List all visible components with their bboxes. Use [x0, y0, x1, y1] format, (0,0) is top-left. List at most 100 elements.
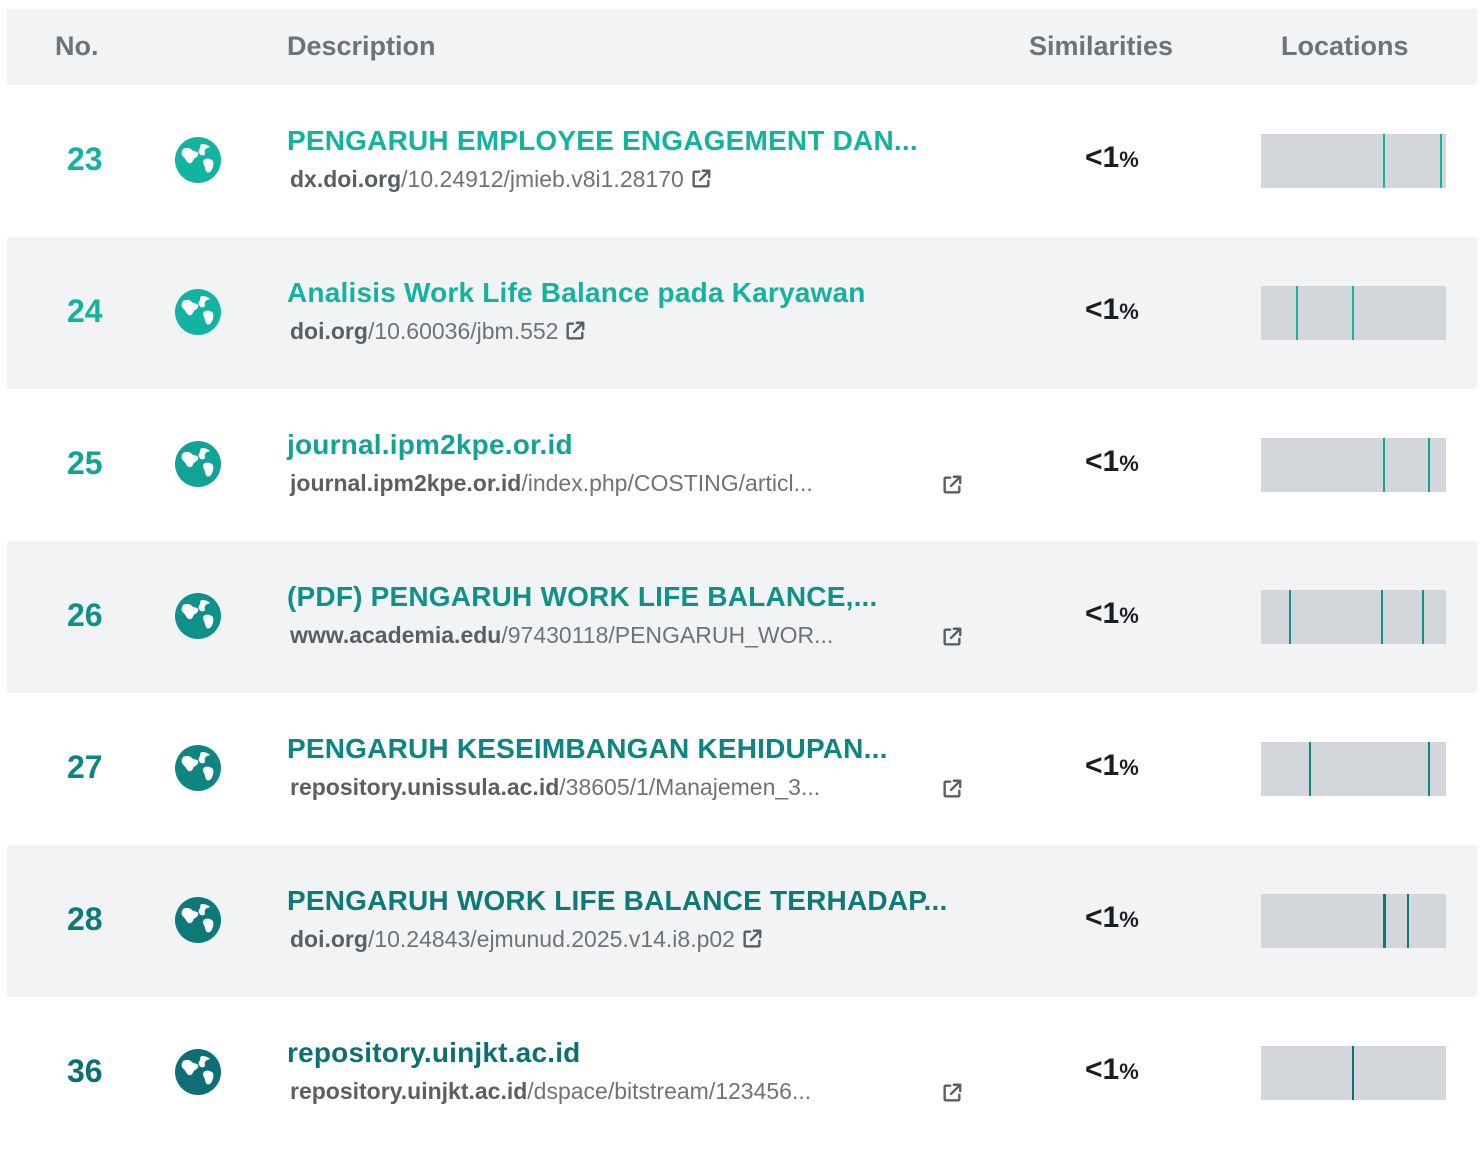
globe-icon: [175, 441, 221, 487]
source-url-domain: dx.doi.org: [290, 166, 402, 192]
percent-sign: %: [1119, 907, 1139, 932]
location-marker[interactable]: [1381, 590, 1383, 644]
header-locations: Locations: [1281, 31, 1409, 61]
location-bar[interactable]: [1261, 894, 1446, 948]
globe-icon: [175, 745, 221, 791]
similarity-number: <1: [1085, 901, 1120, 934]
location-bar[interactable]: [1261, 134, 1446, 188]
location-marker[interactable]: [1352, 1046, 1354, 1100]
source-url-path: /10.24843/ejmunud.2025.v14.i8.p02: [367, 926, 735, 952]
source-number: 26: [67, 597, 103, 633]
location-marker[interactable]: [1309, 742, 1311, 796]
percent-sign: %: [1119, 603, 1139, 628]
source-number: 23: [67, 141, 103, 177]
location-marker[interactable]: [1383, 894, 1386, 948]
percent-sign: %: [1119, 299, 1139, 324]
percent-sign: %: [1119, 451, 1139, 476]
location-bar[interactable]: [1261, 742, 1446, 796]
source-url[interactable]: www.academia.edu/97430118/PENGARUH_WOR..…: [290, 622, 833, 649]
source-url[interactable]: journal.ipm2kpe.or.id/index.php/COSTING/…: [290, 470, 813, 497]
similarity-value: <1%: [1085, 445, 1139, 479]
similarity-number: <1: [1085, 749, 1120, 782]
source-number: 24: [67, 293, 103, 329]
source-url[interactable]: doi.org/10.60036/jbm.552: [290, 318, 586, 345]
table-body: 23 PENGARUH EMPLOYEE ENGAGEMENT DAN... d…: [7, 85, 1477, 1149]
source-url[interactable]: repository.unissula.ac.id/38605/1/Manaje…: [290, 774, 820, 801]
external-link-icon[interactable]: [941, 778, 963, 800]
source-url-path: /10.24912/jmieb.v8i1.28170: [401, 166, 684, 192]
table-row[interactable]: 28 PENGARUH WORK LIFE BALANCE TERHADAP..…: [7, 845, 1477, 997]
source-title-link[interactable]: PENGARUH EMPLOYEE ENGAGEMENT DAN...: [287, 125, 918, 157]
similarity-value: <1%: [1085, 597, 1139, 631]
location-marker[interactable]: [1296, 286, 1298, 340]
similarity-number: <1: [1085, 1053, 1120, 1086]
table-row[interactable]: 26 (PDF) PENGARUH WORK LIFE BALANCE,... …: [7, 541, 1477, 693]
similarity-value: <1%: [1085, 141, 1139, 175]
percent-sign: %: [1119, 755, 1139, 780]
percent-sign: %: [1119, 1059, 1139, 1084]
location-marker[interactable]: [1407, 894, 1409, 948]
external-link-icon[interactable]: [941, 626, 963, 648]
similarity-value: <1%: [1085, 293, 1139, 327]
source-number: 25: [67, 445, 103, 481]
globe-icon: [175, 897, 221, 943]
globe-icon: [175, 1049, 221, 1095]
source-url-domain: www.academia.edu: [290, 622, 502, 648]
external-link-icon[interactable]: [741, 928, 763, 950]
table-row[interactable]: 24 Analisis Work Life Balance pada Karya…: [7, 237, 1477, 389]
external-link-icon[interactable]: [941, 474, 963, 496]
source-url-domain: doi.org: [290, 318, 368, 344]
table-header: No. Description Similarities Locations: [7, 9, 1477, 85]
location-bar[interactable]: [1261, 286, 1446, 340]
source-url-path: /38605/1/Manajemen_3...: [559, 774, 821, 800]
source-title-link[interactable]: Analisis Work Life Balance pada Karyawan: [287, 277, 866, 309]
source-title-link[interactable]: (PDF) PENGARUH WORK LIFE BALANCE,...: [287, 581, 878, 613]
source-url-domain: repository.unissula.ac.id: [290, 774, 560, 800]
header-similarities[interactable]: Similarities: [1029, 31, 1173, 62]
location-marker[interactable]: [1428, 742, 1430, 796]
header-no: No.: [55, 31, 99, 61]
location-marker[interactable]: [1440, 134, 1442, 188]
source-url[interactable]: dx.doi.org/10.24912/jmieb.v8i1.28170: [290, 166, 712, 193]
header-description: Description: [287, 31, 436, 61]
similarity-number: <1: [1085, 445, 1120, 478]
source-url-domain: journal.ipm2kpe.or.id: [290, 470, 522, 496]
similarity-number: <1: [1085, 293, 1120, 326]
location-marker[interactable]: [1289, 590, 1291, 644]
table-row[interactable]: 25 journal.ipm2kpe.or.id journal.ipm2kpe…: [7, 389, 1477, 541]
globe-icon: [175, 137, 221, 183]
sources-table: No. Description Similarities Locations 2…: [7, 9, 1477, 1149]
location-marker[interactable]: [1352, 286, 1354, 340]
external-link-icon[interactable]: [690, 168, 712, 190]
source-url[interactable]: repository.uinjkt.ac.id/dspace/bitstream…: [290, 1078, 811, 1105]
external-link-icon[interactable]: [564, 320, 586, 342]
external-link-icon[interactable]: [941, 1082, 963, 1104]
source-number: 36: [67, 1053, 103, 1089]
location-marker[interactable]: [1383, 134, 1385, 188]
table-row[interactable]: 23 PENGARUH EMPLOYEE ENGAGEMENT DAN... d…: [7, 85, 1477, 237]
location-bar[interactable]: [1261, 590, 1446, 644]
source-title-link[interactable]: PENGARUH KESEIMBANGAN KEHIDUPAN...: [287, 733, 888, 765]
location-marker[interactable]: [1383, 438, 1385, 492]
source-number: 28: [67, 901, 103, 937]
source-url-path: /10.60036/jbm.552: [367, 318, 559, 344]
source-url-domain: doi.org: [290, 926, 368, 952]
location-marker[interactable]: [1422, 590, 1424, 644]
source-url-domain: repository.uinjkt.ac.id: [290, 1078, 528, 1104]
table-row[interactable]: 27 PENGARUH KESEIMBANGAN KEHIDUPAN... re…: [7, 693, 1477, 845]
percent-sign: %: [1119, 147, 1139, 172]
similarity-value: <1%: [1085, 1053, 1139, 1087]
source-title-link[interactable]: journal.ipm2kpe.or.id: [287, 429, 573, 461]
location-bar[interactable]: [1261, 1046, 1446, 1100]
table-row[interactable]: 36 repository.uinjkt.ac.id repository.ui…: [7, 997, 1477, 1149]
source-title-link[interactable]: repository.uinjkt.ac.id: [287, 1037, 580, 1069]
location-bar[interactable]: [1261, 438, 1446, 492]
source-url-path: /dspace/bitstream/123456...: [527, 1078, 812, 1104]
location-marker[interactable]: [1428, 438, 1430, 492]
source-title-link[interactable]: PENGARUH WORK LIFE BALANCE TERHADAP...: [287, 885, 947, 917]
source-url-path: /index.php/COSTING/articl...: [521, 470, 813, 496]
similarity-value: <1%: [1085, 901, 1139, 935]
similarity-value: <1%: [1085, 749, 1139, 783]
similarity-number: <1: [1085, 141, 1120, 174]
source-url[interactable]: doi.org/10.24843/ejmunud.2025.v14.i8.p02: [290, 926, 763, 953]
